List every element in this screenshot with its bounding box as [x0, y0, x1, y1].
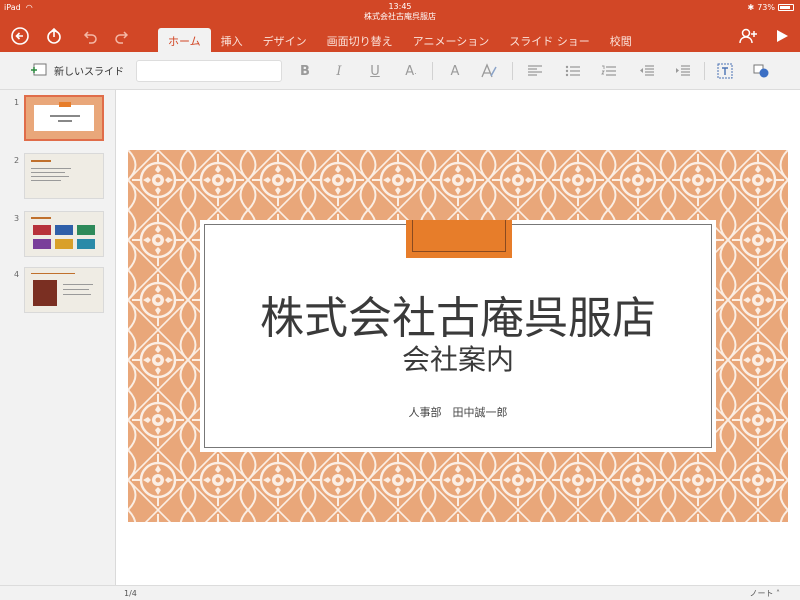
toolbar-divider [512, 62, 513, 80]
bullets-icon[interactable] [564, 62, 582, 80]
new-slide-label: 新しいスライド [54, 66, 124, 78]
add-person-icon[interactable] [736, 24, 760, 48]
thumbnail-text-line [63, 294, 91, 295]
ribbon-toolbar: 新しいスライド B I U A. A [0, 52, 800, 90]
app-header: ホーム 挿入 デザイン 画面切り替え アニメーション スライド ショー 校閲 [0, 20, 800, 52]
thumbnail-block [77, 225, 95, 235]
toolbar-divider [432, 62, 433, 80]
redo-icon[interactable] [110, 24, 134, 48]
title-ribbon [406, 220, 512, 258]
thumbnail-number: 4 [14, 270, 20, 279]
text-effects-icon[interactable] [480, 62, 498, 80]
thumbnail-number: 2 [14, 156, 20, 165]
slide-thumbnail-3[interactable] [24, 211, 104, 257]
slide-thumbnail-1[interactable] [24, 95, 104, 141]
slide-editing-canvas[interactable]: 株式会社古庵呉服店 会社案内 人事部 田中誠一郎 [116, 90, 800, 585]
thumbnail-text-line [31, 168, 71, 169]
tab-review[interactable]: 校閲 [600, 28, 642, 52]
thumbnail-block [55, 239, 73, 249]
slide-thumbnail-4[interactable] [24, 267, 104, 313]
play-icon[interactable] [770, 24, 794, 48]
italic-icon[interactable]: I [330, 62, 348, 80]
slide-thumbnail-2[interactable] [24, 153, 104, 199]
thumbnail-title-box [34, 105, 94, 131]
battery-percent: 73% [757, 3, 775, 12]
thumbnail-number: 3 [14, 214, 20, 223]
decrease-indent-icon[interactable] [638, 62, 656, 80]
current-slide[interactable]: 株式会社古庵呉服店 会社案内 人事部 田中誠一郎 [128, 150, 788, 522]
thumbnail-text-line [31, 180, 61, 181]
text-box-icon[interactable] [716, 62, 734, 80]
notes-button[interactable]: ノート ˄ [749, 588, 780, 599]
thumbnail-block [55, 225, 73, 235]
thumbnail-text-line [50, 115, 80, 117]
font-color-icon[interactable]: A. [402, 62, 420, 80]
tab-design[interactable]: デザイン [253, 28, 317, 52]
tab-slideshow[interactable]: スライド ショー [499, 28, 600, 52]
new-slide-icon [31, 63, 47, 76]
underline-icon[interactable]: U [366, 62, 384, 80]
undo-icon[interactable] [78, 24, 102, 48]
slide-author[interactable]: 人事部 田中誠一郎 [200, 404, 716, 420]
tab-insert[interactable]: 挿入 [211, 28, 253, 52]
thumbnail-block [77, 239, 95, 249]
thumbnail-ribbon [59, 102, 71, 107]
toolbar-divider [704, 62, 705, 80]
thumbnail-block [33, 239, 51, 249]
chevron-up-icon: ˄ [776, 589, 780, 598]
status-bar: iPad ◠ 13:45 株式会社古庵呉服店 ✱ 73% [0, 0, 800, 21]
shapes-icon[interactable] [752, 62, 770, 80]
tab-transitions[interactable]: 画面切り替え [317, 28, 403, 52]
back-icon[interactable] [8, 24, 32, 48]
bold-icon[interactable]: B [296, 62, 314, 80]
increase-indent-icon[interactable] [674, 62, 692, 80]
thumbnail-text-line [31, 172, 65, 173]
text-style-icon[interactable]: A [446, 62, 464, 80]
thumbnail-text-line [58, 120, 72, 122]
thumbnail-text-line [63, 284, 93, 285]
status-right: ✱ 73% [748, 3, 794, 12]
notes-label: ノート [749, 589, 774, 598]
font-name-field[interactable] [136, 60, 282, 82]
ribbon-inner-border [412, 220, 506, 252]
numbering-icon[interactable] [600, 62, 618, 80]
tab-home[interactable]: ホーム [158, 28, 211, 52]
thumbnail-block [33, 225, 51, 235]
thumbnail-text-line [63, 289, 89, 290]
ribbon-tabs: ホーム 挿入 デザイン 画面切り替え アニメーション スライド ショー 校閲 [158, 28, 642, 52]
slide-thumbnail-panel: 1 2 3 4 [0, 90, 116, 585]
tab-animations[interactable]: アニメーション [403, 28, 500, 52]
new-slide-button[interactable]: 新しいスライド [30, 62, 124, 78]
thumbnail-text-line [31, 273, 75, 274]
thumbnail-number: 1 [14, 98, 20, 107]
bottom-bar: 1/4 ノート ˄ [0, 585, 800, 600]
bluetooth-icon: ✱ [747, 3, 755, 12]
slide-subtitle[interactable]: 会社案内 [200, 338, 716, 378]
battery-icon [778, 4, 794, 11]
slide-title[interactable]: 株式会社古庵呉服店 [200, 282, 716, 346]
share-icon[interactable] [42, 24, 66, 48]
thumbnail-text-line [31, 176, 69, 177]
thumbnail-text-line [31, 160, 51, 162]
thumbnail-text-line [31, 217, 51, 219]
align-left-icon[interactable] [526, 62, 544, 80]
page-indicator: 1/4 [124, 589, 137, 598]
clock: 13:45 [388, 2, 412, 11]
thumbnail-photo [33, 280, 57, 306]
